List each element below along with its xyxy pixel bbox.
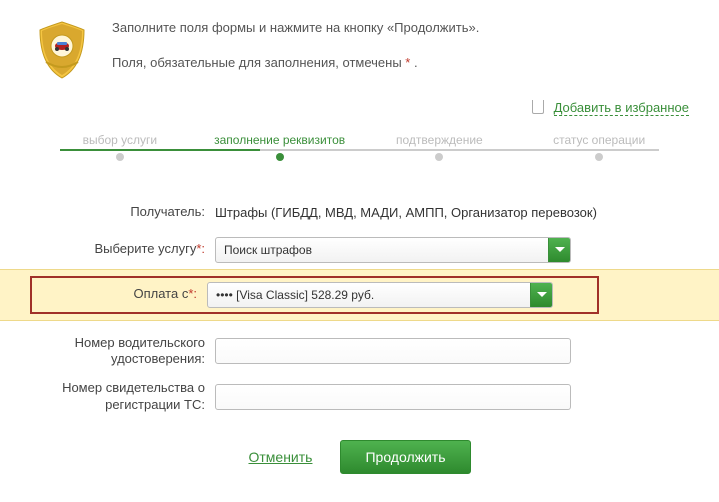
required-note: Поля, обязательные для заполнения, отмеч… [112,53,689,74]
add-to-favorites-link[interactable]: Добавить в избранное [554,100,689,116]
pay-from-row: Оплата с*: •••• [Visa Classic] 528.29 ру… [0,269,719,321]
progress-steps: выбор услуги заполнение реквизитов подтв… [0,125,719,175]
recipient-label: Получатель: [30,204,215,221]
service-select[interactable]: Поиск штрафов [215,237,571,263]
service-select-value: Поиск штрафов [216,243,548,257]
step-status: статус операции [519,133,679,153]
registration-label: Номер свидетельства о регистрации ТС: [30,380,215,414]
continue-button[interactable]: Продолжить [340,440,470,474]
pay-from-select[interactable]: •••• [Visa Classic] 528.29 руб. [207,282,553,308]
chevron-down-icon [530,283,552,307]
step-confirm: подтверждение [360,133,520,153]
actions-row: Отменить Продолжить [0,420,719,474]
pay-from-value: •••• [Visa Classic] 528.29 руб. [208,288,530,302]
pay-from-label: Оплата с*: [38,286,207,303]
registration-row: Номер свидетельства о регистрации ТС: [0,374,719,420]
header-text: Заполните поля формы и нажмите на кнопку… [112,18,689,88]
registration-input[interactable] [215,384,571,410]
favorites-row: Добавить в избранное [0,98,719,125]
license-row: Номер водительского удостоверения: [0,329,719,375]
cancel-link[interactable]: Отменить [248,449,312,465]
recipient-row: Получатель: Штрафы (ГИБДД, МВД, МАДИ, АМ… [0,195,719,231]
chevron-down-icon [548,238,570,262]
agency-badge-icon [30,18,94,82]
service-row: Выберите услугу*: Поиск штрафов [0,231,719,269]
license-label: Номер водительского удостоверения: [30,335,215,369]
instruction-text: Заполните поля формы и нажмите на кнопку… [112,18,689,39]
recipient-value: Штрафы (ГИБДД, МВД, МАДИ, АМПП, Организа… [215,205,689,220]
step-fill-details: заполнение реквизитов [200,133,360,153]
license-input[interactable] [215,338,571,364]
service-label: Выберите услугу*: [30,241,215,258]
header: Заполните поля формы и нажмите на кнопку… [0,0,719,98]
step-choose-service: выбор услуги [40,133,200,153]
bookmark-icon [532,100,544,114]
